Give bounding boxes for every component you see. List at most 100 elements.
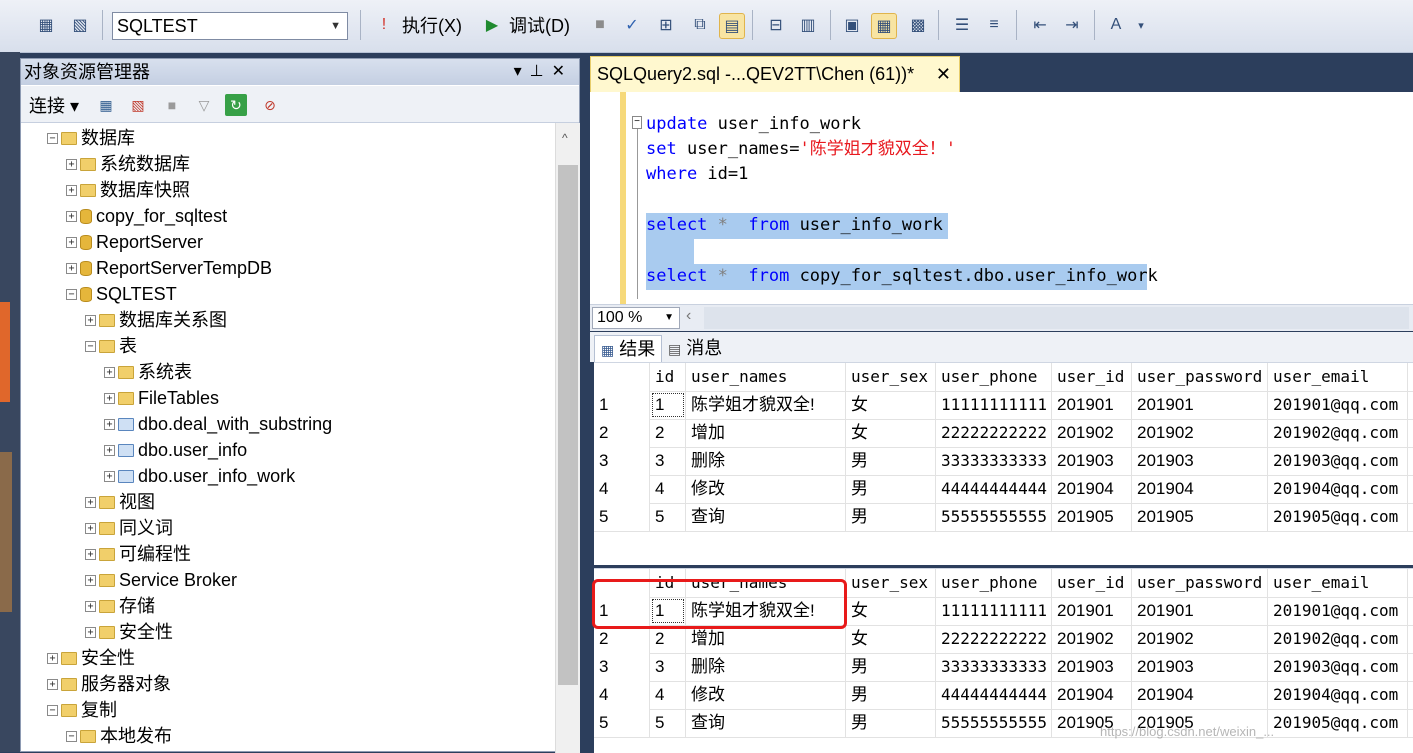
expand-icon[interactable]: + [85,496,96,508]
expand-icon[interactable]: + [66,158,77,170]
column-header[interactable]: user_sex [846,569,936,597]
table-cell[interactable]: 201902@qq.com [1268,419,1408,447]
table-cell[interactable]: 22222222222 [936,625,1052,653]
collapse-icon[interactable]: − [47,704,58,716]
stop-icon[interactable]: ■ [161,94,183,116]
tab-results[interactable]: ▦ 结果 [594,335,663,362]
table-cell[interactable]: 201901@qq.com [1268,597,1408,625]
collapse-icon[interactable]: − [66,288,77,300]
tree-node[interactable]: + ReportServerTempDB [66,255,272,281]
table-cell[interactable]: 201903 [1132,447,1268,475]
expand-icon[interactable]: + [66,262,77,274]
tree-node[interactable]: + ReportServer [66,229,203,255]
table-cell[interactable]: 201903 [1132,653,1268,681]
expand-icon[interactable]: + [104,470,115,482]
tree-node[interactable]: + 安全性 [47,645,135,671]
row-number[interactable]: 5 [594,503,650,531]
row-number[interactable]: 3 [594,447,650,475]
results-to-file-icon[interactable]: ▩ [906,13,930,37]
table-row[interactable]: 4 4 修改男 44444444444 201904 201904 201904@qq.co… [594,475,1413,504]
table-cell[interactable]: 201901 [1052,391,1132,419]
column-header[interactable]: user_names [686,363,846,391]
table-cell[interactable]: 55555555555 [936,503,1052,531]
results-to-grid-icon[interactable]: ▦ [871,13,897,39]
scroll-left-icon[interactable]: ‹ [686,307,691,325]
tree-node[interactable]: − 本地发布 [66,723,172,749]
results-to-text-icon[interactable]: ▣ [840,13,864,37]
expand-icon[interactable]: + [66,236,77,248]
expand-icon[interactable]: + [66,210,77,222]
table-cell[interactable]: 201905@qq.com [1268,709,1408,737]
decrease-indent-icon[interactable]: ⇤ [1028,13,1052,37]
connect-icon[interactable]: ▦ [95,94,117,116]
table-cell[interactable]: 女 [846,391,936,419]
results-grid-1[interactable]: id user_names user_sex user_phone user_id use… [594,362,1413,565]
table-cell[interactable]: 201905 [1052,503,1132,531]
expand-icon[interactable]: + [66,184,77,196]
refresh-icon[interactable]: ↻ [225,94,247,116]
execute-button[interactable]: 执行(X) [402,13,462,39]
stop-icon[interactable]: ■ [588,13,612,37]
filter-icon[interactable]: ▽ [193,94,215,116]
expand-icon[interactable]: + [85,314,96,326]
table-cell[interactable]: 女 [846,625,936,653]
table-cell[interactable]: 5 [650,709,686,737]
table-cell[interactable]: 修改 [686,475,846,503]
table-cell[interactable]: 11111111111 [936,597,1052,625]
table-cell[interactable]: 201902 [1052,419,1132,447]
table-cell[interactable]: 201905 [1132,503,1268,531]
expand-icon[interactable]: + [85,600,96,612]
table-cell[interactable]: 5 [650,503,686,531]
table-row[interactable]: 2 2 增加女 22222222222 201902 201902 201902@qq.co… [594,625,1413,654]
column-header[interactable]: user_email [1268,569,1408,597]
object-explorer-icon[interactable]: ▦ [34,13,58,37]
tab-messages[interactable]: ▤ 消息 [662,335,728,361]
parse-icon[interactable]: ✓ [620,13,644,37]
tree-node[interactable]: − SQLTEST [66,281,177,307]
tree-node[interactable]: + 可编程性 [85,541,191,567]
table-cell[interactable]: 查询 [686,503,846,531]
query-designer-icon[interactable]: ⧉ [688,13,712,37]
table-cell[interactable]: 201905@qq.com [1268,503,1408,531]
table-cell[interactable]: 201902 [1132,419,1268,447]
table-cell[interactable]: 2 [650,419,686,447]
expand-icon[interactable]: + [104,392,115,404]
tree-node[interactable]: + 系统数据库 [66,151,190,177]
table-row[interactable]: 4 4 修改男 44444444444 201904 201904 201904@qq.co… [594,681,1413,710]
table-cell[interactable]: 男 [846,475,936,503]
table-row[interactable]: 2 2 增加女 22222222222 201902 201902 201902@qq.co… [594,419,1413,448]
table-cell[interactable]: 男 [846,709,936,737]
panel-dropdown-icon[interactable]: ▾ [514,63,530,80]
intellisense-icon[interactable]: ▤ [719,13,745,39]
database-select[interactable]: SQLTEST ▼ [112,12,348,40]
table-cell[interactable]: 55555555555 [936,709,1052,737]
table-cell[interactable]: 11111111111 [936,391,1052,419]
expand-icon[interactable]: + [47,652,58,664]
tree-node[interactable]: − 复制 [47,697,117,723]
table-cell[interactable]: 女 [846,419,936,447]
collapse-icon[interactable]: − [66,730,77,742]
table-cell[interactable]: 陈学姐才貌双全! [686,391,846,419]
column-header[interactable]: user_id [1052,569,1132,597]
tree-node[interactable]: + 数据库关系图 [85,307,227,333]
table-cell[interactable]: 3 [650,653,686,681]
include-plan-icon[interactable]: ⊟ [764,13,788,37]
table-cell[interactable]: 201902@qq.com [1268,625,1408,653]
column-header[interactable]: id [650,363,686,391]
expand-icon[interactable]: + [104,366,115,378]
table-row[interactable]: 3 3 删除男 33333333333 201903 201903 201903@qq.co… [594,653,1413,682]
table-cell[interactable]: 201901 [1052,597,1132,625]
table-cell[interactable]: 44444444444 [936,475,1052,503]
column-header[interactable]: user_sex [846,363,936,391]
grid-corner[interactable] [594,363,650,391]
expand-icon[interactable]: + [104,444,115,456]
table-cell[interactable]: 201904 [1132,475,1268,503]
uncomment-icon[interactable]: ≡ [982,13,1006,37]
tree-node[interactable]: − 数据库 [47,125,135,151]
table-cell[interactable]: 201904@qq.com [1268,681,1408,709]
collapse-icon[interactable]: − [85,340,96,352]
row-number[interactable]: 4 [594,681,650,709]
toolbar-overflow-icon[interactable]: ▾ [1134,13,1148,37]
sql-editor[interactable]: − update user_info_work set user_names='… [590,92,1413,304]
table-cell[interactable]: 女 [846,597,936,625]
